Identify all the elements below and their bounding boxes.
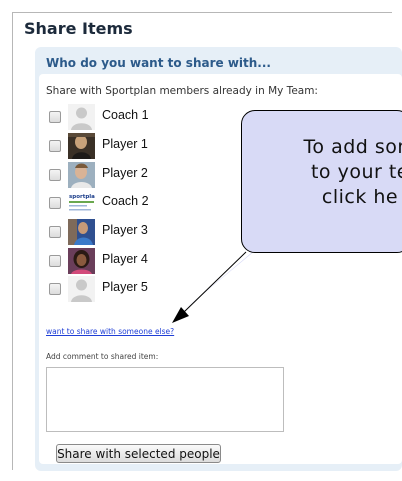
placeholder-avatar-icon: [68, 276, 95, 302]
member-row: Player 4: [49, 248, 229, 274]
callout-line: To add som: [303, 136, 402, 158]
callout-line: click he: [321, 186, 399, 208]
member-row: Coach 1: [49, 104, 229, 130]
member-row: Player 1: [49, 133, 229, 159]
panel-heading: Who do you want to share with...: [46, 56, 271, 70]
member-checkbox[interactable]: [49, 111, 61, 123]
member-checkbox[interactable]: [49, 197, 61, 209]
member-name: Player 2: [102, 166, 148, 180]
sportplan-logo-icon: sportplan: [68, 190, 95, 216]
photo-avatar-icon: [68, 162, 95, 188]
member-checkbox[interactable]: [49, 226, 61, 238]
member-name: Player 5: [102, 280, 148, 294]
member-name: Coach 2: [102, 194, 149, 208]
svg-text:sportplan: sportplan: [69, 194, 95, 200]
member-checkbox[interactable]: [49, 140, 61, 152]
comment-label: Add comment to shared item:: [46, 352, 159, 361]
share-with-selected-button[interactable]: Share with selected people: [56, 444, 221, 463]
member-checkbox[interactable]: [49, 169, 61, 181]
photo-avatar-icon: [68, 248, 95, 274]
placeholder-avatar-icon: [68, 104, 95, 130]
member-name: Player 1: [102, 137, 148, 151]
member-row: Player 2: [49, 162, 229, 188]
member-name: Coach 1: [102, 108, 149, 122]
photo-avatar-icon: [68, 133, 95, 159]
help-callout: To add som to your te click he: [241, 110, 402, 253]
member-checkbox[interactable]: [49, 255, 61, 267]
member-name: Player 4: [102, 252, 148, 266]
member-checkbox[interactable]: [49, 283, 61, 295]
page-title: Share Items: [24, 19, 133, 38]
share-with-someone-else-link[interactable]: want to share with someone else?: [46, 327, 174, 336]
comment-field[interactable]: [46, 367, 284, 432]
member-row: Player 5: [49, 276, 229, 302]
team-members-label: Share with Sportplan members already in …: [46, 85, 318, 97]
member-row: Player 3: [49, 219, 229, 245]
photo-avatar-icon: [68, 219, 95, 245]
member-name: Player 3: [102, 223, 148, 237]
member-row: sportplan Coach 2: [49, 190, 229, 216]
callout-line: to your te: [310, 161, 402, 183]
